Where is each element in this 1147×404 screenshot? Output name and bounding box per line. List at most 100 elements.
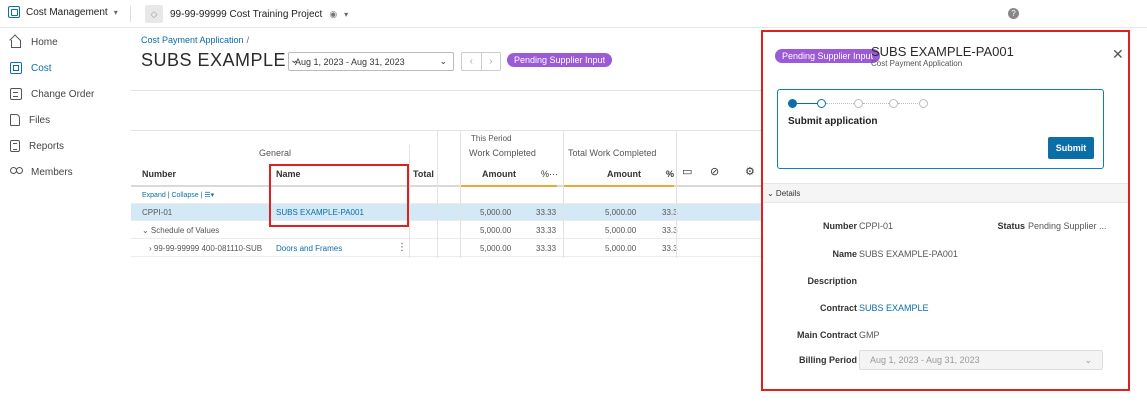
table-row[interactable]: › 99-99-99999 400-081110-SUB Doors and F… <box>131 240 761 257</box>
app-switcher[interactable]: Cost Management ▾ <box>8 6 118 18</box>
billing-period-select[interactable]: Aug 1, 2023 - Aug 31, 2023 ⌄ <box>859 350 1103 370</box>
page-title-text: SUBS EXAMPLE <box>141 50 287 70</box>
submit-button[interactable]: Submit <box>1048 137 1094 159</box>
breadcrumb-separator: / <box>246 35 250 45</box>
divider <box>130 6 131 22</box>
row-number[interactable]: › 99-99-99999 400-081110-SUB <box>149 244 262 253</box>
divider <box>437 130 438 258</box>
grid-column-headers: Number Name Total Amount %··· Amount % ▭… <box>131 160 761 187</box>
step-1-complete-icon <box>788 99 797 108</box>
row-number[interactable]: ⌄ Schedule of Values <box>142 226 219 235</box>
field-label-billing-period: Billing Period <box>798 355 857 365</box>
chevron-down-icon: ⌄ <box>1084 355 1092 365</box>
grid-toolbar: Expand | Collapse | ☰▾ <box>131 188 761 204</box>
table-row[interactable]: CPPI-01 SUBS EXAMPLE-PA001 5,000.00 33.3… <box>131 204 761 221</box>
panel-status-badge: Pending Supplier Input <box>775 49 881 63</box>
field-label-status: Status <box>997 221 1025 231</box>
page-title[interactable]: SUBS EXAMPLE ⌄ <box>141 50 299 71</box>
sidebar-item-label: Files <box>29 114 51 126</box>
project-selector[interactable]: ◇ 99-99-99999 Cost Training Project ◉ ▾ <box>145 5 348 23</box>
sidebar-item-files[interactable]: Files <box>0 108 131 132</box>
top-bar: Cost Management ▾ ◇ 99-99-99999 Cost Tra… <box>0 0 1147 28</box>
step-label: Submit application <box>788 116 878 127</box>
check-circle-icon[interactable]: ⊘ <box>710 165 719 178</box>
period-value: Aug 1, 2023 - Aug 31, 2023 <box>295 56 405 67</box>
column-number[interactable]: Number <box>142 169 176 179</box>
sidebar: Home Cost Change Order Files Reports Mem… <box>0 28 131 404</box>
breadcrumb-link[interactable]: Cost Payment Application <box>141 35 244 45</box>
sidebar-item-cost[interactable]: Cost <box>0 56 131 80</box>
sidebar-item-label: Cost <box>31 62 52 74</box>
step-4-icon <box>889 99 898 108</box>
breadcrumb: Cost Payment Application / <box>141 35 249 45</box>
change-order-icon <box>10 88 22 100</box>
chevron-down-icon: ⌄ <box>439 56 447 66</box>
detail-panel: Pending Supplier Input SUBS EXAMPLE-PA00… <box>761 30 1130 391</box>
step-3-icon <box>854 99 863 108</box>
sidebar-item-home[interactable]: Home <box>0 30 131 54</box>
step-connector <box>898 103 920 104</box>
sidebar-item-label: Home <box>31 36 58 48</box>
column-total-amount[interactable]: Amount <box>607 169 641 179</box>
field-value-contract-link[interactable]: SUBS EXAMPLE <box>859 303 929 313</box>
column-amount[interactable]: Amount <box>482 169 516 179</box>
row-number: CPPI-01 <box>142 208 173 217</box>
sidebar-item-change-order[interactable]: Change Order <box>0 82 131 106</box>
main-content: Cost Payment Application / SUBS EXAMPLE ⌄… <box>131 28 761 404</box>
sidebar-item-reports[interactable]: Reports <box>0 134 131 158</box>
prev-arrow-icon[interactable]: ‹ <box>462 53 482 70</box>
grid-header-group: This Period <box>131 130 761 145</box>
gear-icon[interactable]: ⚙ <box>745 165 755 178</box>
sidebar-item-members[interactable]: Members <box>0 160 131 184</box>
divider <box>409 145 410 258</box>
field-value-number: CPPI-01 <box>859 221 894 231</box>
row-total-amount: 5,000.00 <box>605 226 637 235</box>
details-section-toggle[interactable]: ⌄ Details <box>763 183 1128 203</box>
comment-icon[interactable]: ▭ <box>682 165 692 178</box>
period-pager: ‹ › <box>461 52 501 71</box>
row-percent: 33.33 <box>536 244 557 253</box>
row-total-amount: 5,000.00 <box>605 244 637 253</box>
expand-collapse-controls[interactable]: Expand | Collapse | ☰▾ <box>142 191 214 199</box>
file-icon <box>10 114 20 126</box>
sidebar-item-label: Change Order <box>31 88 95 100</box>
header-total-work-completed: Total Work Completed <box>568 148 657 158</box>
project-thumbnail-icon: ◇ <box>145 5 163 23</box>
field-label-number: Number <box>822 221 857 231</box>
column-total-percent[interactable]: % <box>666 169 674 179</box>
header-general: General <box>259 148 292 158</box>
column-total[interactable]: Total <box>413 169 434 179</box>
step-5-icon <box>919 99 928 108</box>
column-percent[interactable]: %··· <box>541 169 558 179</box>
column-accent <box>460 185 557 187</box>
home-icon <box>10 36 22 48</box>
help-icon[interactable]: ? <box>1008 8 1019 19</box>
close-icon[interactable]: ✕ <box>1112 47 1124 61</box>
sidebar-item-label: Members <box>31 166 73 178</box>
period-select[interactable]: Aug 1, 2023 - Aug 31, 2023 ⌄ <box>288 52 454 71</box>
next-arrow-icon[interactable]: › <box>482 53 501 70</box>
more-vertical-icon[interactable]: ⋮ <box>397 242 407 253</box>
row-name-link[interactable]: Doors and Frames <box>276 244 342 253</box>
step-connector <box>863 103 889 104</box>
table-row[interactable]: ⌄ Schedule of Values 5,000.00 33.33 5,00… <box>131 222 761 239</box>
field-label-name: Name <box>832 249 857 259</box>
field-label-contract: Contract <box>819 303 857 313</box>
row-percent: 33.33 <box>536 208 557 217</box>
report-icon <box>10 140 20 152</box>
column-accent <box>564 185 674 187</box>
sidebar-item-label: Reports <box>29 140 65 152</box>
row-total-amount: 5,000.00 <box>605 208 637 217</box>
row-percent: 33.33 <box>536 226 557 235</box>
panel-subtitle: Cost Payment Application <box>871 59 963 68</box>
panel-title: SUBS EXAMPLE-PA001 <box>871 44 1014 59</box>
chevron-down-icon: ▾ <box>344 9 349 19</box>
header-work-completed: Work Completed <box>469 148 536 158</box>
divider <box>460 130 461 258</box>
globe-icon: ◉ <box>329 8 338 19</box>
billing-period-value: Aug 1, 2023 - Aug 31, 2023 <box>870 355 980 365</box>
row-amount: 5,000.00 <box>480 208 512 217</box>
field-label-main-contract: Main Contract <box>796 330 857 340</box>
step-connector <box>797 103 817 104</box>
status-badge: Pending Supplier Input <box>507 53 613 67</box>
